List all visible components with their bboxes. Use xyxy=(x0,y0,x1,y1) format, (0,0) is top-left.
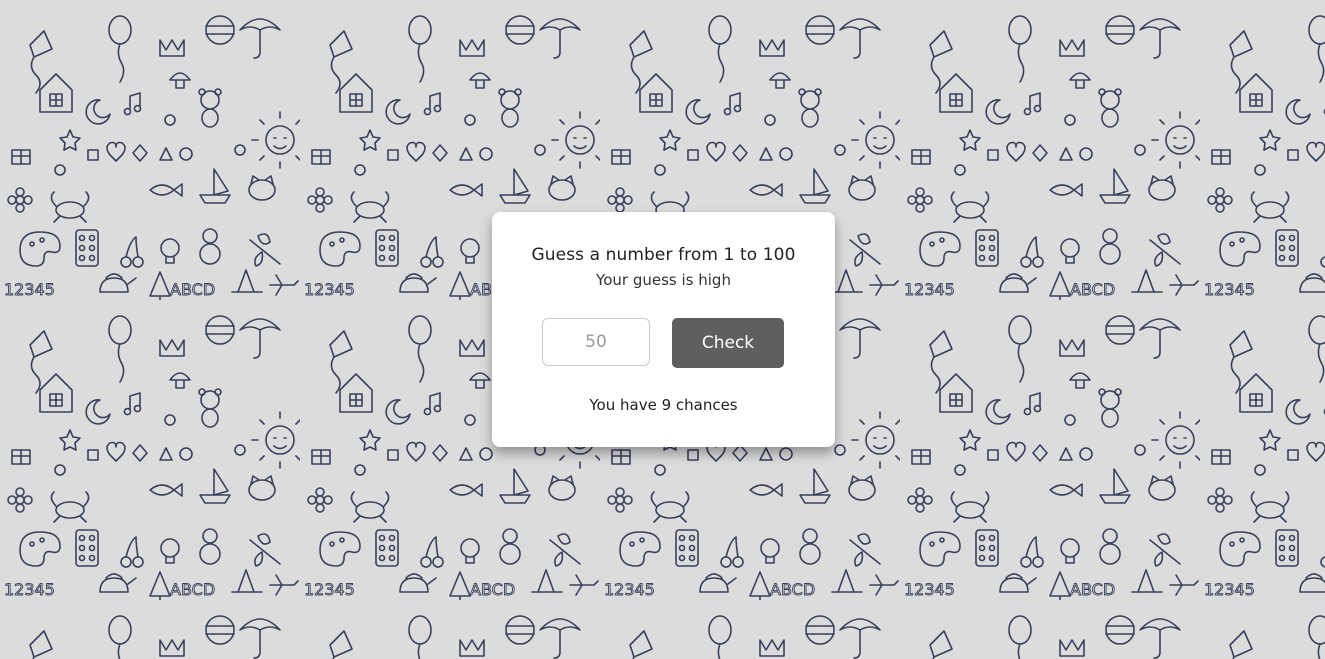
check-button[interactable]: Check xyxy=(672,318,784,368)
game-card: Guess a number from 1 to 100 Your guess … xyxy=(492,212,835,447)
game-title: Guess a number from 1 to 100 xyxy=(531,245,796,265)
guess-input[interactable] xyxy=(542,318,650,366)
chances-remaining: You have 9 chances xyxy=(589,396,738,414)
guess-status-message: Your guess is high xyxy=(596,271,731,289)
